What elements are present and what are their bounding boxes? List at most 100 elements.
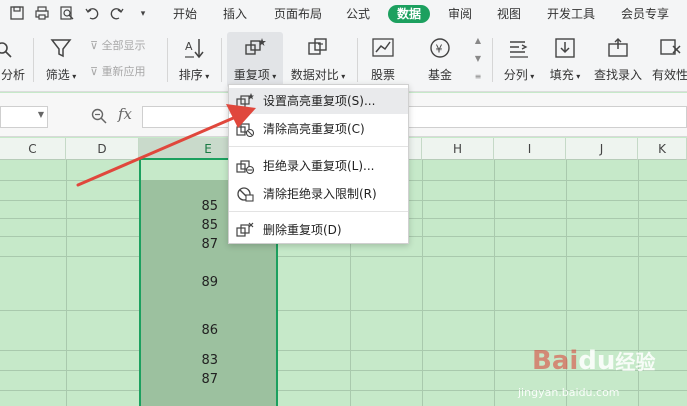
filter-label: 筛选 ▾: [45, 68, 77, 82]
tab-insert[interactable]: 插入: [216, 5, 254, 23]
tab-developer[interactable]: 开发工具: [539, 5, 603, 23]
data-compare-button[interactable]: 数据对比 ▾: [286, 32, 350, 88]
menu-item-clear-reject-restriction[interactable]: 清除拒绝录入限制(R): [229, 181, 408, 207]
menu-item-label: 删除重复项(D): [263, 223, 342, 237]
column-header-i[interactable]: I: [494, 138, 566, 160]
baidu-logo: Baidu经验: [532, 346, 656, 376]
column-header-d[interactable]: D: [66, 138, 139, 160]
duplicates-button[interactable]: 重复项 ▾: [227, 32, 283, 88]
row-line: [0, 310, 687, 311]
fill-button[interactable]: 填充 ▾: [544, 32, 586, 88]
column-header-c[interactable]: C: [0, 138, 66, 160]
split-column-label: 分列 ▾: [503, 68, 535, 82]
analysis-label: 分析: [0, 68, 25, 82]
stocks-icon: [372, 38, 394, 57]
sort-button[interactable]: A 排序 ▾: [172, 32, 216, 88]
reject-duplicates-icon: [236, 160, 254, 174]
highlight-duplicates-icon: [236, 93, 254, 108]
cell-value[interactable]: 87: [160, 237, 218, 252]
column-header-k[interactable]: K: [638, 138, 687, 160]
sort-label: 排序 ▾: [178, 68, 210, 82]
column-line: [494, 160, 495, 406]
duplicates-icon: [245, 38, 266, 55]
tab-page-layout[interactable]: 页面布局: [268, 5, 328, 23]
reapply-button[interactable]: ⊽ 重新应用: [90, 64, 146, 80]
delete-duplicates-icon: [236, 222, 254, 237]
svg-text:A: A: [185, 40, 193, 53]
menu-item-label: 设置高亮重复项(S)...: [263, 94, 376, 108]
cell-value[interactable]: 83: [160, 353, 218, 368]
split-column-icon: [510, 41, 528, 58]
redo-icon[interactable]: [108, 5, 126, 23]
ribbon-separator: [167, 38, 168, 82]
funds-button[interactable]: ¥ 基金: [420, 32, 460, 88]
duplicates-label: 重复项 ▾: [233, 68, 277, 82]
validity-button[interactable]: 有效性: [650, 32, 687, 88]
fill-icon: [555, 38, 575, 58]
fx-icon[interactable]: fx: [118, 105, 132, 123]
menu-item-reject-duplicate-entry[interactable]: 拒绝录入重复项(L)...: [229, 153, 408, 179]
tab-view[interactable]: 视图: [490, 5, 528, 23]
baidu-watermark: Baidu经验 jingyan.baidu.com: [518, 346, 684, 404]
ribbon-separator: [33, 38, 34, 82]
stocks-label: 股票: [370, 68, 395, 82]
filter-icon: [50, 39, 72, 58]
filter-button[interactable]: 筛选 ▾: [40, 32, 82, 88]
print-preview-icon[interactable]: [58, 5, 76, 23]
cell-value[interactable]: 86: [160, 323, 218, 338]
cell-value[interactable]: 85: [160, 218, 218, 233]
formula-input[interactable]: [142, 106, 687, 128]
tab-data[interactable]: 数据: [388, 5, 430, 23]
cell-value[interactable]: 87: [160, 372, 218, 387]
customize-toolbar-icon[interactable]: ▾: [134, 5, 152, 23]
print-icon[interactable]: [33, 5, 51, 23]
scroll-up-icon[interactable]: ▲: [471, 32, 485, 50]
ribbon-separator: [492, 38, 493, 82]
stocks-button[interactable]: 股票: [363, 32, 403, 88]
analysis-button[interactable]: 分析: [0, 32, 26, 88]
ribbon-separator: [221, 38, 222, 82]
menu-item-set-highlight-duplicates[interactable]: 设置高亮重复项(S)...: [229, 88, 408, 114]
row-line: [0, 256, 687, 257]
show-all-button[interactable]: ⊽ 全部显示: [90, 38, 146, 54]
column-header-h[interactable]: H: [422, 138, 494, 160]
menu-separator: [229, 211, 408, 212]
tab-member[interactable]: 会员专享: [613, 5, 677, 23]
expand-icon[interactable]: ≡: [471, 68, 485, 86]
validity-label: 有效性: [651, 68, 687, 82]
column-line: [66, 160, 67, 406]
split-column-button[interactable]: 分列 ▾: [498, 32, 540, 88]
clear-highlight-icon: [236, 123, 254, 137]
menu-item-label: 清除拒绝录入限制(R): [263, 187, 377, 201]
ribbon-separator: [357, 38, 358, 82]
undo-icon[interactable]: [83, 5, 101, 23]
zoom-formula-icon[interactable]: [90, 107, 108, 125]
tab-formulas[interactable]: 公式: [339, 5, 377, 23]
save-icon[interactable]: [8, 5, 26, 23]
funds-icon: ¥: [430, 38, 450, 58]
lookup-entry-button[interactable]: 查找录入: [590, 32, 646, 88]
sort-icon: A: [185, 39, 204, 59]
tab-review[interactable]: 审阅: [441, 5, 479, 23]
menu-item-label: 拒绝录入重复项(L)...: [263, 159, 375, 173]
cell-value[interactable]: 89: [160, 275, 218, 290]
name-box-dropdown-icon[interactable]: ▼: [38, 110, 44, 119]
data-compare-icon: [308, 38, 327, 55]
scroll-down-icon[interactable]: ▼: [471, 50, 485, 68]
reapply-icon: ⊽: [90, 65, 102, 78]
tab-home[interactable]: 开始: [166, 5, 204, 23]
show-all-icon: ⊽: [90, 39, 102, 52]
duplicates-dropdown-menu: 设置高亮重复项(S)... 清除高亮重复项(C) 拒绝录入重复项(L)... 清…: [228, 84, 409, 244]
name-box[interactable]: ▼: [0, 106, 48, 128]
column-header-j[interactable]: J: [566, 138, 638, 160]
menu-item-delete-duplicates[interactable]: 删除重复项(D): [229, 217, 408, 243]
menu-item-clear-highlight-duplicates[interactable]: 清除高亮重复项(C): [229, 116, 408, 142]
watermark-url: jingyan.baidu.com: [518, 386, 620, 399]
lookup-entry-label: 查找录入: [593, 68, 642, 82]
cell-value[interactable]: 85: [160, 199, 218, 214]
menu-bar: ▾ 开始 插入 页面布局 公式 数据 审阅 视图 开发工具 会员专享: [0, 0, 687, 28]
funds-label: 基金: [427, 68, 452, 82]
clear-restriction-icon: [237, 187, 254, 202]
ribbon: 分析 筛选 ▾ ⊽ 全部显示 ⊽ 重新应用 A 排序 ▾ 重复项 ▾ 数据对比 …: [0, 28, 687, 92]
ribbon-scroller[interactable]: ▲ ▼ ≡: [471, 32, 485, 86]
